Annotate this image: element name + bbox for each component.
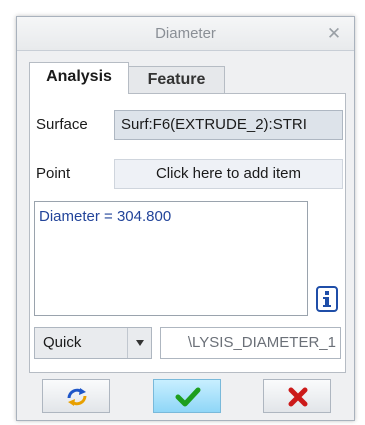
repeat-button[interactable] (42, 379, 110, 413)
repeat-icon (67, 388, 87, 406)
result-box: Diameter = 304.800 (34, 201, 308, 316)
title-bar[interactable]: Diameter ✕ (17, 17, 354, 51)
cancel-button[interactable] (263, 379, 331, 413)
tab-feature[interactable]: Feature (129, 66, 225, 94)
mode-select[interactable]: Quick (34, 327, 152, 359)
ok-button[interactable] (153, 379, 221, 413)
surface-label: Surface (36, 116, 88, 133)
analysis-name-field[interactable]: \LYSIS_DIAMETER_1 (160, 327, 341, 359)
surface-collector[interactable]: Surf:F6(EXTRUDE_2):STRI (114, 110, 343, 140)
tab-analysis[interactable]: Analysis (29, 62, 129, 94)
analysis-panel: Surface Surf:F6(EXTRUDE_2):STRI Point Cl… (29, 93, 346, 373)
diameter-result: Diameter = 304.800 (39, 208, 172, 225)
diameter-dialog: Diameter ✕ Analysis Feature Surface Surf… (16, 16, 355, 421)
dialog-title: Diameter (155, 25, 216, 42)
checkmark-icon (175, 387, 201, 407)
info-icon[interactable] (316, 286, 338, 312)
close-icon[interactable]: ✕ (324, 24, 344, 44)
point-label: Point (36, 165, 71, 182)
point-collector[interactable]: Click here to add item (114, 159, 343, 189)
mode-select-value: Quick (43, 334, 82, 351)
chevron-down-icon[interactable] (127, 328, 151, 358)
x-icon (288, 387, 308, 407)
